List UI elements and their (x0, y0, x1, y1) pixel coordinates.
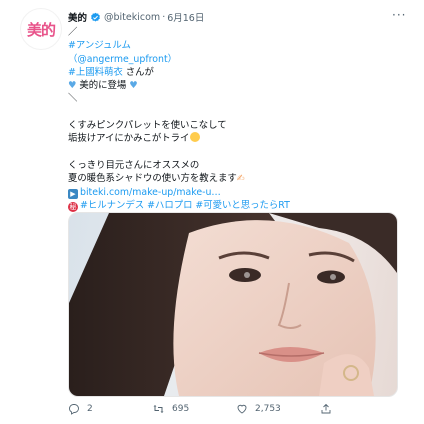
text-line: ♥ 美的に登場 ♥ (68, 80, 138, 92)
hashtag-link[interactable]: #上國料萌衣 (68, 67, 123, 78)
article-link[interactable]: ▶ biteki.com/make-up/make-u… (68, 186, 398, 199)
tweet-text: ／ #アンジュルム （@angerme_upfront） #上國料萌衣 さんが … (68, 26, 398, 212)
heart-icon: ♥ (129, 80, 138, 92)
retweet-count: 695 (172, 404, 190, 414)
smiling-face-icon (190, 132, 201, 143)
text-line: ＼ (68, 93, 78, 105)
tweet-card[interactable]: 美的 美的 @bitekicom · 6月16日 ··· ／ #アンジュルム （… (0, 0, 424, 424)
like-icon (237, 404, 247, 414)
tweet-header: 美的 @bitekicom · 6月16日 (68, 9, 204, 25)
share-icon (321, 403, 331, 414)
text-line: #上國料萌衣 さんが (68, 66, 154, 78)
heart-icon: ♥ (68, 80, 77, 92)
separator-dot: · (162, 11, 166, 23)
text-line: 秘 #ヒルナンデス #ハロプロ #可愛いと思ったらRT (68, 199, 398, 212)
text-line: ／ (68, 27, 78, 38)
tweet-date[interactable]: 6月16日 (167, 10, 204, 24)
like-button[interactable]: 2,753 (236, 403, 320, 415)
hashtag-link[interactable]: #アンジュルム (68, 39, 398, 52)
text-line: 垢抜けアイにかみこがトライ (68, 132, 398, 145)
text-line: 夏の暖色系シャドウの使い方を教えます✍ (68, 173, 245, 185)
retweet-icon (153, 405, 164, 413)
text-line: くすみピンクパレットを使いこなして (68, 120, 227, 132)
more-options-icon[interactable]: ··· (392, 8, 406, 22)
tweet-photo[interactable] (68, 212, 398, 397)
secret-ideograph-icon: 秘 (68, 201, 78, 212)
verified-badge-icon (90, 12, 101, 23)
avatar-logo-text: 美的 (26, 20, 56, 39)
avatar[interactable]: 美的 (20, 8, 62, 50)
author-handle[interactable]: @bitekicom (104, 12, 160, 23)
reply-button[interactable]: 2 (68, 403, 152, 415)
reply-count: 2 (87, 404, 93, 414)
hashtag-links[interactable]: #ヒルナンデス #ハロプロ #可愛いと思ったらRT (80, 200, 290, 211)
retweet-button[interactable]: 695 (152, 403, 236, 415)
share-button[interactable] (320, 403, 339, 415)
writing-hand-icon: ✍ (236, 173, 245, 185)
text-line: くっきり目元さんにオススメの (68, 159, 200, 171)
mention-link[interactable]: （@angerme_upfront） (68, 53, 398, 66)
like-count: 2,753 (255, 404, 281, 414)
portrait-image (69, 213, 397, 396)
play-button-icon: ▶ (68, 188, 78, 199)
author-name[interactable]: 美的 (68, 10, 87, 24)
action-bar: 2 695 2,753 (68, 402, 398, 416)
reply-icon (69, 404, 79, 415)
